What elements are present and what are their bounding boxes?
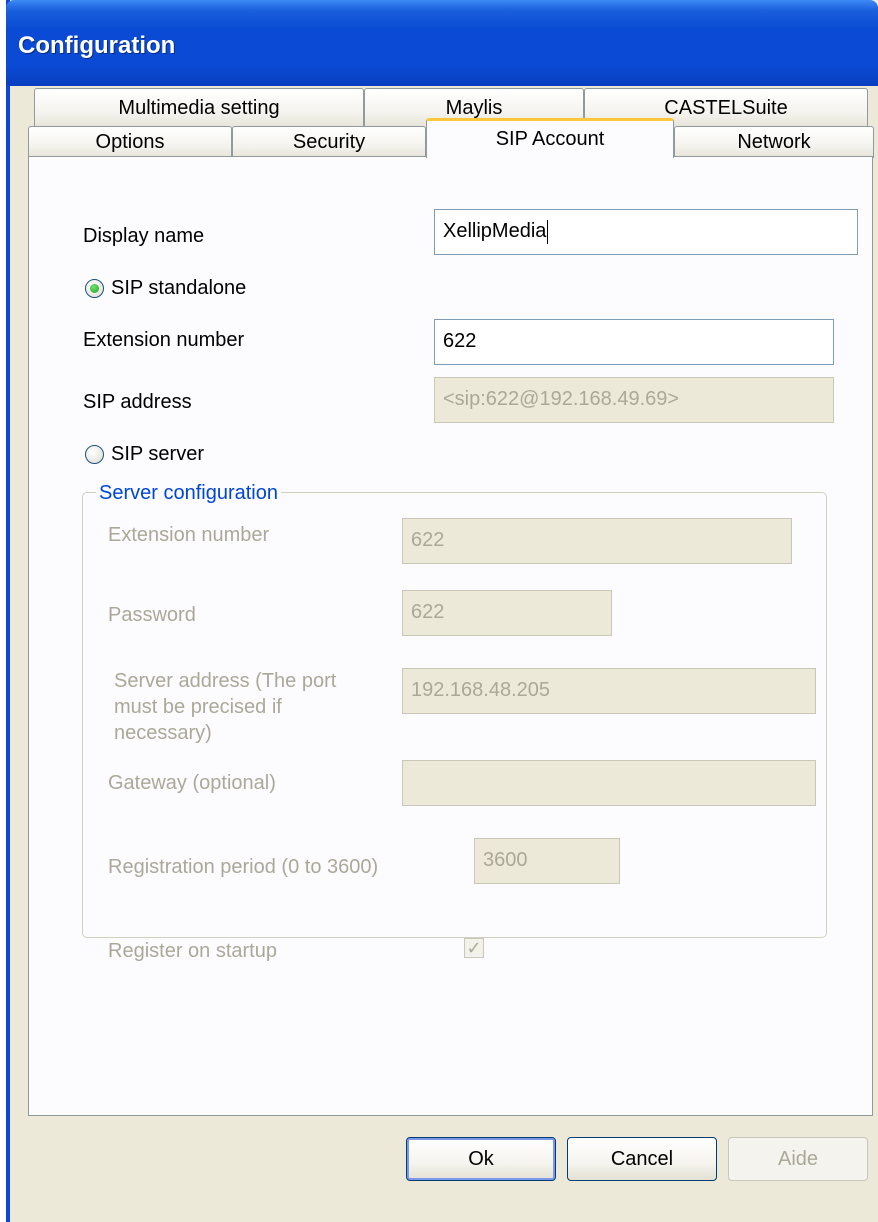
tab-label: Security (292, 131, 366, 153)
tab-security[interactable]: Security (232, 126, 426, 158)
tab-label: Multimedia setting (118, 97, 280, 119)
server-configuration-title: Server configuration (96, 482, 281, 505)
tab-label: Options (95, 131, 165, 153)
server-extension-number-field: 622 (402, 518, 792, 564)
help-button: Aide (728, 1137, 868, 1181)
registration-period-field: 3600 (474, 838, 620, 884)
server-extension-number-label: Extension number (108, 524, 270, 546)
tab-label: CASTELSuite (664, 97, 788, 119)
display-name-input[interactable]: XellipMedia (434, 209, 858, 255)
sip-standalone-label: SIP standalone (111, 277, 247, 299)
register-on-startup-label: Register on startup (108, 940, 277, 962)
tab-label: Maylis (445, 97, 503, 119)
text-caret (547, 219, 549, 244)
server-address-field: 192.168.48.205 (402, 668, 816, 714)
tab-label: Network (737, 131, 811, 153)
server-address-label: Server address (The port must be precise… (114, 670, 337, 744)
registration-period-label: Registration period (0 to 3600) (108, 856, 379, 878)
tab-sip-account[interactable]: SIP Account (426, 118, 674, 158)
sip-address-field: <sip:622@192.168.49.69> (434, 377, 834, 423)
password-field: 622 (402, 590, 612, 636)
display-name-label: Display name (83, 225, 205, 247)
tab-label: SIP Account (495, 128, 605, 150)
sip-server-label: SIP server (111, 443, 204, 465)
display-name-value: XellipMedia (443, 220, 547, 242)
window-title: Configuration (18, 32, 176, 59)
password-label: Password (108, 604, 196, 626)
configuration-dialog: Configuration Multimedia setting Maylis … (6, 0, 878, 1222)
title-bar[interactable]: Configuration (6, 0, 878, 86)
cancel-button[interactable]: Cancel (567, 1137, 717, 1181)
sip-address-label: SIP address (83, 391, 192, 413)
radio-dot-icon (90, 284, 99, 293)
extension-number-input[interactable]: 622 (434, 319, 834, 365)
gateway-label: Gateway (optional) (108, 772, 276, 794)
ok-button[interactable]: Ok (406, 1137, 556, 1181)
check-mark-icon: ✓ (466, 938, 482, 958)
sip-server-radio[interactable] (85, 445, 104, 464)
tab-options[interactable]: Options (28, 126, 232, 158)
extension-number-label: Extension number (83, 329, 245, 351)
register-on-startup-checkbox: ✓ (464, 938, 484, 958)
tab-multimedia-setting[interactable]: Multimedia setting (34, 88, 364, 128)
gateway-field (402, 760, 816, 806)
sip-standalone-radio[interactable] (85, 279, 104, 298)
tab-network[interactable]: Network (674, 126, 874, 158)
